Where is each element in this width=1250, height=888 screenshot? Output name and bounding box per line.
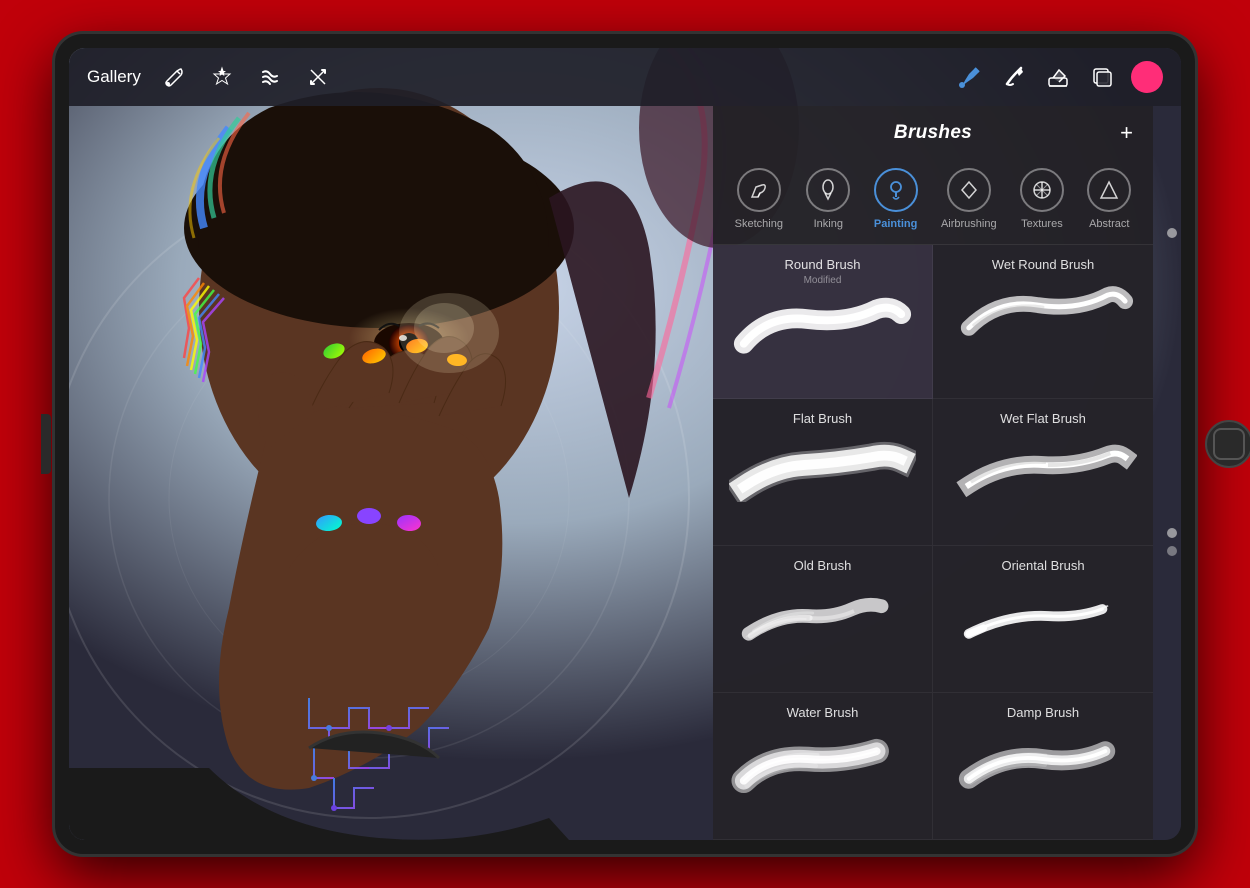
transform-icon[interactable] bbox=[303, 62, 333, 92]
brush-wet-flat-stroke bbox=[949, 437, 1137, 502]
wrench-icon[interactable] bbox=[159, 62, 189, 92]
toolbar-right bbox=[955, 61, 1163, 93]
sketching-label: Sketching bbox=[735, 218, 783, 230]
brush-round-name: Round Brush bbox=[785, 257, 861, 272]
brushes-panel: Brushes + Sketching bbox=[713, 106, 1153, 840]
brush-flat-stroke bbox=[729, 437, 916, 502]
brush-oriental-stroke bbox=[949, 584, 1137, 649]
eraser-icon[interactable] bbox=[1043, 62, 1073, 92]
brush-round-subtitle: Modified bbox=[804, 275, 842, 286]
airbrushing-icon bbox=[947, 168, 991, 212]
painting-icon bbox=[874, 168, 918, 212]
brush-wet-flat-name: Wet Flat Brush bbox=[1000, 411, 1086, 426]
abstract-label: Abstract bbox=[1089, 218, 1129, 230]
toolbar: Gallery bbox=[69, 48, 1181, 106]
brush-old-name: Old Brush bbox=[794, 558, 852, 573]
brush-flat[interactable]: Flat Brush bbox=[713, 399, 933, 546]
brush-wet-flat[interactable]: Wet Flat Brush bbox=[933, 399, 1153, 546]
slider-handle bbox=[1167, 228, 1177, 238]
home-button[interactable] bbox=[1205, 420, 1250, 468]
layers-icon[interactable] bbox=[1087, 62, 1117, 92]
brush-water[interactable]: Water Brush bbox=[713, 693, 933, 840]
tab-airbrushing[interactable]: Airbrushing bbox=[941, 168, 997, 230]
category-tabs: Sketching Inking bbox=[713, 160, 1153, 245]
brush-damp-name: Damp Brush bbox=[1007, 705, 1079, 720]
brush-flat-name: Flat Brush bbox=[793, 411, 852, 426]
brush-wet-round-stroke bbox=[949, 283, 1137, 348]
brush-oriental[interactable]: Oriental Brush bbox=[933, 546, 1153, 693]
brush-old[interactable]: Old Brush bbox=[713, 546, 933, 693]
brushes-header: Brushes + bbox=[713, 106, 1153, 160]
smudge-icon[interactable] bbox=[999, 62, 1029, 92]
painting-label: Painting bbox=[874, 218, 917, 230]
color-picker[interactable] bbox=[1131, 61, 1163, 93]
adjustments-icon[interactable] bbox=[207, 62, 237, 92]
inking-label: Inking bbox=[814, 218, 843, 230]
brush-tool-icon[interactable] bbox=[955, 62, 985, 92]
brush-size-slider[interactable] bbox=[1167, 228, 1177, 238]
textures-icon bbox=[1020, 168, 1064, 212]
tab-inking[interactable]: Inking bbox=[806, 168, 850, 230]
brush-grid: Round Brush Modified Wet Ro bbox=[713, 245, 1153, 840]
liquify-icon[interactable] bbox=[255, 62, 285, 92]
textures-label: Textures bbox=[1021, 218, 1063, 230]
brush-water-stroke bbox=[729, 731, 916, 796]
tab-abstract[interactable]: Abstract bbox=[1087, 168, 1131, 230]
abstract-icon bbox=[1087, 168, 1131, 212]
brush-old-stroke bbox=[729, 584, 916, 649]
tab-textures[interactable]: Textures bbox=[1020, 168, 1064, 230]
tab-painting[interactable]: Painting bbox=[874, 168, 918, 230]
home-button-inner bbox=[1213, 428, 1245, 460]
add-brush-button[interactable]: + bbox=[1120, 120, 1133, 146]
brushes-title: Brushes bbox=[894, 122, 972, 144]
brush-water-name: Water Brush bbox=[787, 705, 859, 720]
brush-round[interactable]: Round Brush Modified bbox=[713, 245, 933, 399]
tablet-frame: Gallery bbox=[55, 34, 1195, 854]
toolbar-left: Gallery bbox=[87, 62, 955, 92]
tablet-screen: Gallery bbox=[69, 48, 1181, 840]
brush-oriental-name: Oriental Brush bbox=[1001, 558, 1084, 573]
sketching-icon bbox=[737, 168, 781, 212]
side-button[interactable] bbox=[41, 414, 51, 474]
airbrushing-label: Airbrushing bbox=[941, 218, 997, 230]
brush-damp[interactable]: Damp Brush bbox=[933, 693, 1153, 840]
brush-round-stroke bbox=[729, 294, 916, 359]
brush-damp-stroke bbox=[949, 731, 1137, 796]
slider-handle-2 bbox=[1167, 528, 1177, 538]
opacity-slider[interactable] bbox=[1167, 528, 1177, 556]
brush-wet-round-name: Wet Round Brush bbox=[992, 257, 1094, 272]
tab-sketching[interactable]: Sketching bbox=[735, 168, 783, 230]
brush-wet-round[interactable]: Wet Round Brush bbox=[933, 245, 1153, 399]
slider-handle-3 bbox=[1167, 546, 1177, 556]
inking-icon bbox=[806, 168, 850, 212]
gallery-button[interactable]: Gallery bbox=[87, 67, 141, 87]
